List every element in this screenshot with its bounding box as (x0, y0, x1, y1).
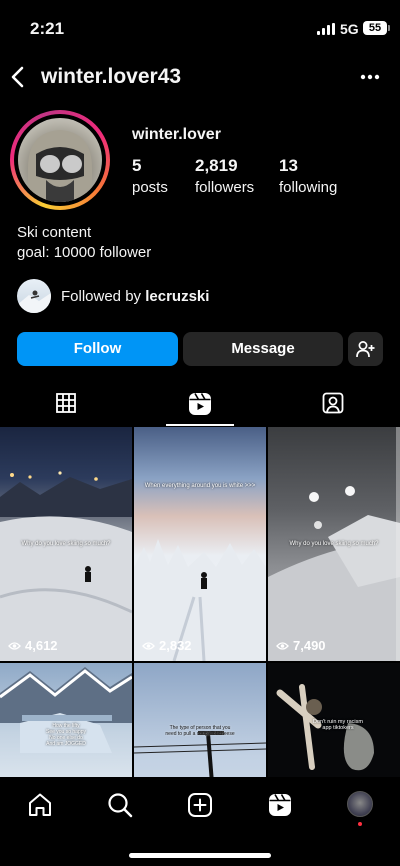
reel-thumbnail[interactable]: When everything around you is white >>> … (134, 427, 266, 661)
reel-caption: Don't ruin my racism app tiktokers (313, 719, 363, 731)
tab-grid[interactable] (0, 382, 133, 426)
avatar-image (18, 118, 102, 202)
message-button[interactable]: Message (183, 332, 343, 366)
play-count-icon (8, 641, 21, 650)
reel-view-count: 2,832 (159, 638, 192, 653)
following-label: following (279, 179, 338, 196)
reel-caption: Why do you love skiing so much? (289, 541, 379, 547)
search-icon[interactable] (106, 791, 134, 819)
following-stat[interactable]: 13 following (279, 156, 337, 196)
ellipsis-icon[interactable] (357, 66, 383, 88)
create-icon[interactable] (186, 791, 214, 819)
play-count-icon (276, 641, 289, 650)
bio-line: goal: 10000 follower (17, 244, 152, 261)
followers-stat[interactable]: 2,819 followers (195, 156, 254, 196)
reel-views: 2,832 (142, 638, 192, 653)
display-name: winter.lover (132, 126, 221, 143)
followed-by-row[interactable]: Followed by lecruzski (17, 279, 209, 313)
person-add-icon (356, 341, 375, 358)
profile-tabs (0, 382, 400, 426)
chevron-left-icon[interactable] (8, 64, 28, 90)
reels-grid: Why do you love skiing so much? 4,612 Wh… (0, 427, 400, 777)
play-count-icon (142, 641, 155, 650)
reel-thumbnail[interactable]: How the lifty See you so happy No one el… (0, 663, 132, 777)
reel-thumbnail[interactable]: Don't ruin my racism app tiktokers (268, 663, 400, 777)
reel-view-count: 7,490 (293, 638, 326, 653)
reels-icon (189, 393, 211, 415)
reel-thumbnail[interactable]: Why do you love skiing so much? 4,612 (0, 427, 132, 661)
home-indicator (129, 853, 271, 858)
reel-thumbnail[interactable]: The type of person that you need to pull… (134, 663, 266, 777)
notification-dot (358, 822, 362, 826)
reels-icon[interactable] (266, 791, 294, 819)
signal-icon (317, 23, 335, 35)
follow-button[interactable]: Follow (17, 332, 178, 366)
profile-icon[interactable] (347, 791, 373, 817)
reel-caption: Why do you love skiing so much? (21, 541, 111, 547)
grid-icon (56, 393, 76, 413)
battery-icon: 55 (363, 21, 390, 35)
posts-stat: 5 posts (132, 156, 168, 196)
status-time: 2:21 (30, 19, 65, 38)
suggested-users-button[interactable] (348, 332, 383, 366)
followed-by-avatar (17, 279, 51, 313)
home-icon[interactable] (26, 791, 54, 819)
network-label: 5G (340, 21, 359, 37)
reel-view-count: 4,612 (25, 638, 58, 653)
bio: Ski content goal: 10000 follower (17, 223, 151, 263)
tab-tagged[interactable] (267, 382, 400, 426)
tab-reels[interactable] (133, 382, 266, 426)
profile-header: winter.lover43 (0, 54, 400, 100)
followers-count: 2,819 (195, 156, 238, 175)
reel-caption: How the lifty See you so happy No one el… (45, 723, 87, 747)
active-tab-indicator (166, 424, 234, 426)
posts-count: 5 (132, 156, 142, 175)
followed-by-text: Followed by lecruzski (61, 288, 209, 305)
following-count: 13 (279, 156, 298, 175)
posts-label: posts (132, 179, 168, 196)
reel-views: 4,612 (8, 638, 58, 653)
tagged-icon (322, 392, 344, 414)
bio-line: Ski content (17, 224, 92, 241)
followed-by-prefix: Followed by (61, 287, 142, 305)
reel-caption: When everything around you is white >>> (144, 483, 256, 489)
reel-thumbnail[interactable]: Why do you love skiing so much? 7,490 (268, 427, 400, 661)
profile-username: winter.lover43 (41, 65, 182, 88)
followers-label: followers (195, 179, 255, 196)
reel-views: 7,490 (276, 638, 326, 653)
followed-by-user[interactable]: lecruzski (145, 288, 209, 305)
status-bar: 2:21 5G 55 (0, 0, 400, 54)
avatar[interactable] (10, 110, 110, 210)
reel-caption: The type of person that you need to pull… (165, 725, 235, 737)
